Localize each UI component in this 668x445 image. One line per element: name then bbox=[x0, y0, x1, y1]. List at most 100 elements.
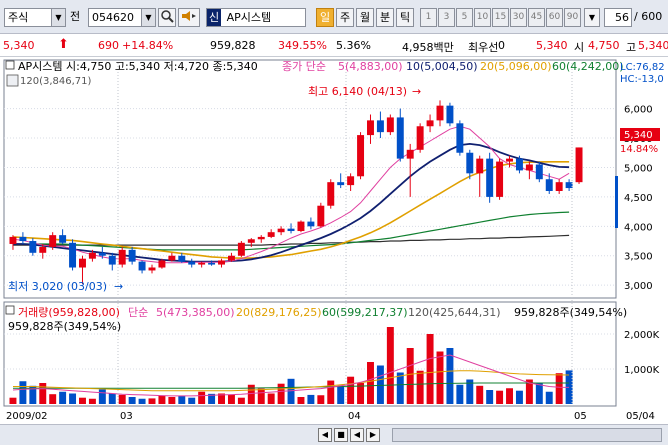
stop-icon: ■ bbox=[337, 430, 345, 439]
right-arrow-icon: → bbox=[412, 85, 421, 98]
volume-bar bbox=[188, 397, 196, 404]
interval-60-button[interactable]: 60 bbox=[546, 8, 563, 27]
chevron-left-icon: ◀ bbox=[321, 430, 329, 439]
candle-body bbox=[188, 261, 196, 265]
volume-bar bbox=[307, 394, 315, 404]
volume-current-left: 959,828주(349,54%) bbox=[8, 320, 121, 333]
last-price-tag-text: 5,340 bbox=[624, 130, 653, 141]
period-daily-button[interactable]: 일 bbox=[316, 8, 334, 27]
volume-bar bbox=[98, 389, 106, 404]
candle-body bbox=[208, 262, 216, 265]
volume-current-right: 959,828주(349,54%) bbox=[514, 306, 627, 319]
market-type-value: 주식 bbox=[8, 11, 29, 24]
volume-bar bbox=[406, 348, 414, 404]
investor-label: 최우선 bbox=[468, 41, 499, 54]
candle-body bbox=[198, 262, 206, 265]
candle-body bbox=[515, 158, 523, 171]
panel-toggle-icon[interactable] bbox=[5, 60, 15, 70]
volume-bar bbox=[108, 393, 116, 404]
candle-body bbox=[446, 105, 454, 124]
scroll-prev-button[interactable]: ■ bbox=[334, 428, 348, 442]
candle-body bbox=[118, 249, 126, 265]
search-button[interactable] bbox=[158, 8, 176, 27]
count-input[interactable]: 56 bbox=[604, 8, 632, 27]
panel-toggle-icon[interactable] bbox=[5, 305, 15, 315]
stock-code-value: 054620 bbox=[92, 11, 134, 24]
candle-body bbox=[436, 105, 444, 121]
volume-bar bbox=[486, 390, 494, 404]
trade-amount: 4,958백만 bbox=[402, 41, 454, 54]
chevron-down-icon: ▼ bbox=[588, 13, 596, 22]
volume-bar bbox=[69, 393, 77, 404]
period-monthly-button[interactable]: 월 bbox=[356, 8, 374, 27]
price-scale-marker bbox=[615, 176, 618, 228]
volume-bar bbox=[257, 388, 265, 404]
x-tick-label: 2009/02 bbox=[6, 411, 48, 422]
volume-bar bbox=[59, 391, 67, 404]
stock-name: AP시스템 bbox=[226, 11, 272, 24]
interval-dropdown-button[interactable]: ▼ bbox=[584, 8, 600, 27]
interval-10-button[interactable]: 10 bbox=[474, 8, 491, 27]
sound-button[interactable] bbox=[178, 8, 200, 27]
period-weekly-button[interactable]: 주 bbox=[336, 8, 354, 27]
volume-bar bbox=[396, 372, 404, 404]
candle-body bbox=[49, 235, 57, 247]
volume-bar bbox=[446, 348, 454, 404]
candle-body bbox=[406, 149, 414, 159]
stock-code-input[interactable]: 054620 ▼ bbox=[88, 8, 156, 27]
interval-3-button[interactable]: 3 bbox=[438, 8, 455, 27]
volume-bar bbox=[158, 395, 166, 404]
candle-body bbox=[466, 152, 474, 174]
current-price: 5,340 bbox=[3, 39, 35, 52]
candle-body bbox=[317, 205, 325, 227]
volume-bar bbox=[277, 383, 285, 404]
interval-15-button[interactable]: 15 bbox=[492, 8, 509, 27]
candle-body bbox=[98, 252, 106, 256]
stock-name-box[interactable]: 신 AP시스템 bbox=[206, 8, 306, 27]
investor-value: 0 bbox=[498, 39, 505, 52]
interval-30-button[interactable]: 30 bbox=[510, 8, 527, 27]
volume-bar bbox=[535, 383, 543, 404]
up-arrow-icon: ⬆ bbox=[58, 37, 69, 52]
scroll-back-button[interactable]: ◀ bbox=[350, 428, 364, 442]
candle-body bbox=[9, 236, 17, 244]
candle-body bbox=[227, 255, 235, 261]
market-type-select[interactable]: 주식 ▼ bbox=[4, 8, 66, 27]
period-minute-button[interactable]: 분 bbox=[376, 8, 394, 27]
candle-body bbox=[545, 179, 553, 191]
volume-bar bbox=[168, 397, 176, 404]
price-change-pct: +14.84% bbox=[122, 39, 174, 52]
calendar-icon[interactable] bbox=[6, 74, 19, 87]
candle-body bbox=[277, 228, 285, 233]
candle-body bbox=[367, 120, 374, 136]
scroll-first-button[interactable]: ◀ bbox=[318, 428, 332, 442]
volume-bar bbox=[327, 380, 335, 404]
candle-body bbox=[307, 221, 315, 227]
candle-body bbox=[476, 158, 484, 174]
scroll-next-button[interactable]: ▶ bbox=[366, 428, 380, 442]
skip-back-icon: ◀ bbox=[353, 430, 361, 439]
interval-5-button[interactable]: 5 bbox=[456, 8, 473, 27]
interval-90-button[interactable]: 90 bbox=[564, 8, 581, 27]
volume-bar bbox=[337, 386, 345, 404]
x-tick-label: 03 bbox=[120, 411, 133, 422]
volume-bar bbox=[198, 391, 206, 404]
price-tick-label: 6,000 bbox=[624, 105, 653, 116]
stock-chart[interactable]: 6,0005,5005,0004,5004,0003,5003,000 2,00… bbox=[0, 58, 668, 424]
volume-bar bbox=[138, 398, 146, 404]
vol-ma60-legend: 60(599,217,37) bbox=[322, 306, 408, 319]
hc-label: HC:-13,0 bbox=[620, 74, 664, 85]
interval-45-button[interactable]: 45 bbox=[528, 8, 545, 27]
candle-body bbox=[535, 164, 543, 180]
x-tick-label: 04 bbox=[348, 411, 361, 422]
volume-bar bbox=[227, 394, 235, 404]
speaker-icon bbox=[182, 11, 196, 21]
candle-body bbox=[267, 232, 275, 237]
interval-1-button[interactable]: 1 bbox=[420, 8, 437, 27]
scroll-track[interactable] bbox=[392, 428, 662, 442]
candle-body bbox=[396, 117, 404, 159]
volume-bar bbox=[118, 394, 126, 404]
candle-body bbox=[297, 221, 305, 232]
turnover-rate: 5.36% bbox=[336, 39, 371, 52]
period-tick-button[interactable]: 틱 bbox=[396, 8, 414, 27]
